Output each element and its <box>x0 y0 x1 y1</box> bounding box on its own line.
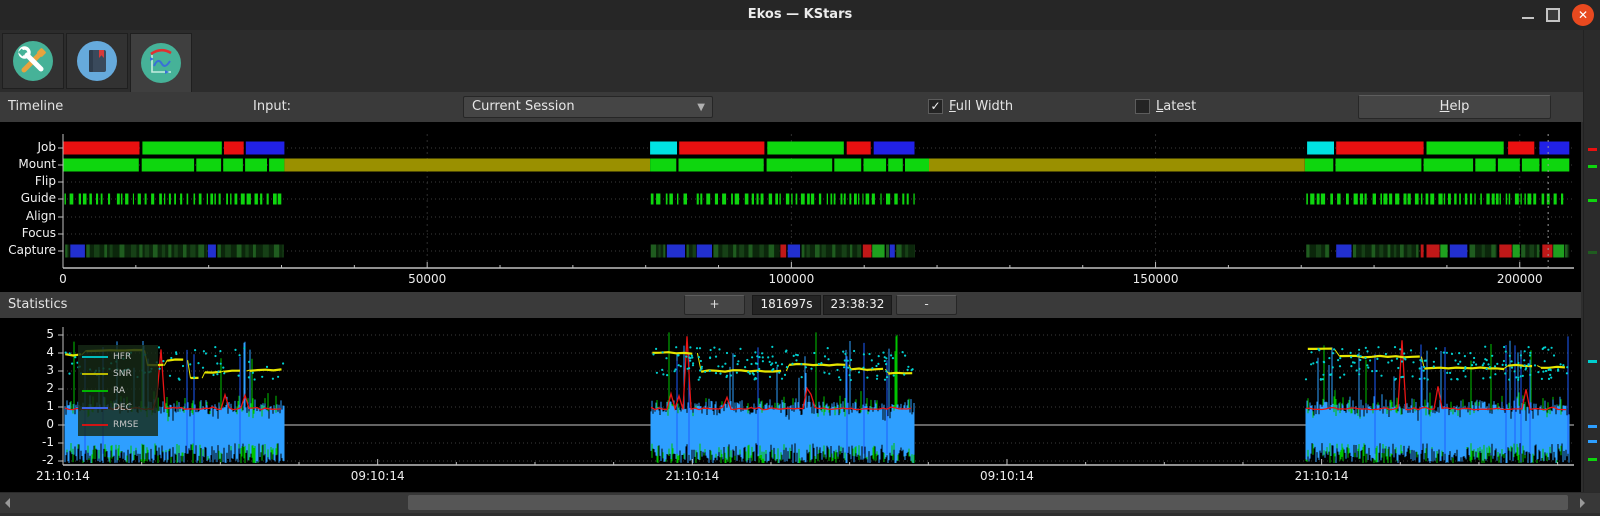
legend-label: RA <box>113 385 126 396</box>
timeline-row-label-mount: Mount <box>18 157 56 171</box>
statistics-axis-tick-label: 21:10:14 <box>665 469 720 483</box>
timeline-row-label-capture: Capture <box>8 243 56 257</box>
ekos-window: Ekos — KStars ✕ Timeline Input: Current … <box>0 0 1600 516</box>
legend-item-hfr: HFR <box>82 348 154 365</box>
timeline-row-label-guide: Guide <box>20 191 56 205</box>
zoom-in-button[interactable]: + <box>684 295 745 315</box>
legend-item-rmse: RMSE <box>82 416 154 433</box>
help-button[interactable]: Help <box>1358 95 1551 119</box>
strip-mark <box>1588 251 1597 254</box>
legend-item-ra: RA <box>82 382 154 399</box>
statistics-axis-tick-label: 21:10:14 <box>1294 469 1349 483</box>
strip-mark <box>1588 425 1597 428</box>
legend-label: SNR <box>113 368 132 379</box>
timeline-row-label-flip: Flip <box>34 174 56 188</box>
minimize-icon[interactable] <box>1522 5 1534 19</box>
statistics-legend: HFR SNR RA DEC RMSE <box>78 345 158 436</box>
statistics-axis-tick-label: 09:10:14 <box>350 469 405 483</box>
legend-line-sample <box>82 355 108 358</box>
full-width-checkbox[interactable]: ✓ Full Width <box>928 99 1013 114</box>
right-edge-strip <box>1583 30 1600 492</box>
chevron-down-icon: ▼ <box>697 102 705 113</box>
strip-mark <box>1588 440 1597 443</box>
tab-analyze[interactable] <box>130 33 192 92</box>
tab-setup[interactable] <box>2 33 64 89</box>
statistics-axis-tick-label: 21:10:14 <box>36 469 90 483</box>
titlebar[interactable]: Ekos — KStars ✕ <box>0 0 1600 31</box>
full-width-checkbox-box[interactable]: ✓ <box>928 99 943 114</box>
statistics-y-tick-label: 5 <box>46 327 54 341</box>
window-title: Ekos — KStars <box>747 7 853 22</box>
window-controls: ✕ <box>1522 3 1594 27</box>
duration-display: 181697s <box>752 295 821 315</box>
statistics-chart[interactable]: HFR SNR RA DEC RMSE 5 4 3 2 1 0 -1 -2 21:10:14 09:10… <box>0 318 1581 492</box>
strip-mark <box>1588 360 1597 363</box>
statistics-y-tick-label: -2 <box>42 453 54 467</box>
statistics-section-label: Statistics <box>8 297 68 312</box>
tab-bar <box>0 30 1600 93</box>
timeline-row-label-job: Job <box>37 140 57 154</box>
timeline-axis-tick-label: 0 <box>59 272 67 286</box>
timeline-axis-tick-label: 100000 <box>768 272 815 286</box>
scroll-left-icon[interactable] <box>5 498 10 508</box>
full-width-label: Full Width <box>949 99 1014 114</box>
tools-icon <box>13 41 53 81</box>
chart-icon <box>141 43 181 83</box>
timeline-toolbar: Timeline Input: Current Session ▼ ✓ Full… <box>0 92 1600 122</box>
statistics-y-tick-label: -1 <box>42 435 54 449</box>
timeline-axis-tick-label: 200000 <box>1496 272 1543 286</box>
input-select[interactable]: Current Session ▼ <box>463 96 713 118</box>
tab-logs[interactable] <box>66 33 128 89</box>
input-label: Input: <box>253 99 292 114</box>
timeline-plot-canvas[interactable] <box>0 122 1581 292</box>
time-display: 23:38:32 <box>823 295 892 315</box>
legend-line-sample <box>82 406 108 409</box>
legend-item-dec: DEC <box>82 399 154 416</box>
timeline-axis-tick-label: 150000 <box>1132 272 1179 286</box>
strip-mark <box>1588 199 1597 202</box>
zoom-out-button[interactable]: - <box>896 295 957 315</box>
statistics-y-tick-label: 4 <box>46 345 54 359</box>
strip-mark <box>1588 148 1597 151</box>
statistics-y-tick-label: 3 <box>46 363 54 377</box>
maximize-icon[interactable] <box>1546 8 1560 22</box>
latest-checkbox-box[interactable] <box>1135 99 1150 114</box>
statistics-y-tick-label: 2 <box>46 381 54 395</box>
latest-checkbox[interactable]: Latest <box>1135 99 1196 114</box>
statistics-y-tick-label: 1 <box>46 399 54 413</box>
legend-line-sample <box>82 389 108 392</box>
statistics-y-tick-label: 0 <box>46 417 54 431</box>
input-select-value: Current Session <box>472 99 575 114</box>
legend-label: HFR <box>113 351 132 362</box>
horizontal-scrollbar[interactable] <box>0 492 1600 513</box>
legend-label: RMSE <box>113 419 139 430</box>
scroll-right-icon[interactable] <box>1580 498 1585 508</box>
timeline-chart[interactable]: Job Mount Flip Guide Align Focus Capture 0 5000… <box>0 122 1581 292</box>
statistics-toolbar: Statistics + 181697s 23:38:32 - <box>0 292 1581 318</box>
statistics-plot-canvas[interactable] <box>0 318 1581 492</box>
legend-line-sample <box>82 372 108 375</box>
close-icon[interactable]: ✕ <box>1572 4 1594 26</box>
strip-mark <box>1588 165 1597 168</box>
latest-label: Latest <box>1156 99 1197 114</box>
statistics-axis-tick-label: 09:10:14 <box>980 469 1034 483</box>
scrollbar-thumb[interactable] <box>408 495 1568 510</box>
legend-item-snr: SNR <box>82 365 154 382</box>
strip-mark <box>1588 458 1597 461</box>
book-icon <box>77 41 117 81</box>
legend-line-sample <box>82 423 108 426</box>
timeline-section-label: Timeline <box>8 99 64 114</box>
timeline-row-label-align: Align <box>25 209 56 223</box>
timeline-axis-tick-label: 50000 <box>408 272 447 286</box>
timeline-row-label-focus: Focus <box>21 226 56 240</box>
legend-label: DEC <box>113 402 132 413</box>
